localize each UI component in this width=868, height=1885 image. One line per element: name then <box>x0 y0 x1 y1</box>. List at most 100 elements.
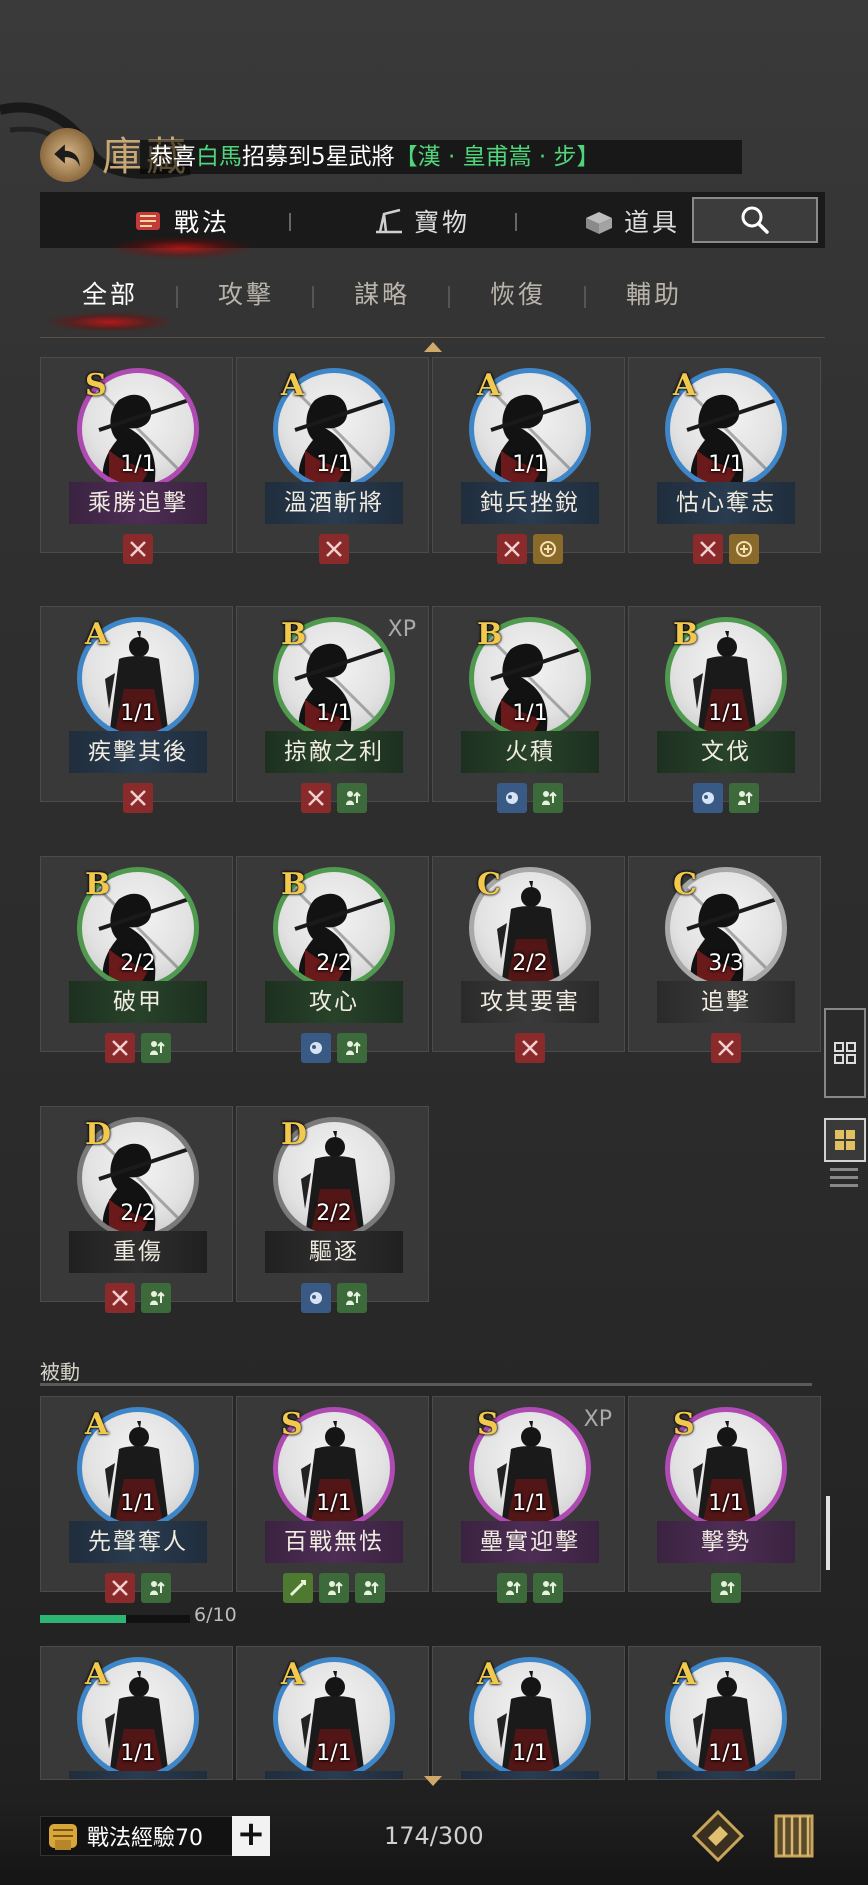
tactic-name: 疾擊其後 <box>69 731 207 773</box>
tactic-count: 1/1 <box>316 701 352 726</box>
tactic-card[interactable]: S 1/1 XP 壘實迎擊 <box>432 1396 625 1603</box>
tactic-card[interactable]: A 1/1 <box>236 1646 429 1780</box>
tactic-card[interactable]: B 2/2 攻心 <box>236 856 429 1063</box>
item-box-icon <box>585 212 612 234</box>
tactic-tags <box>41 1573 234 1603</box>
tactic-name: 先聲奪人 <box>69 1521 207 1563</box>
grade-letter: S <box>85 368 107 403</box>
tactic-card[interactable]: D 2/2 驅逐 <box>236 1106 429 1313</box>
search-button[interactable] <box>692 197 818 243</box>
grade-letter: S <box>281 1407 303 1442</box>
tactic-count: 2/2 <box>316 1201 352 1226</box>
gold-tag-icon <box>532 534 563 564</box>
tactic-tags <box>41 534 234 564</box>
attack-tag-icon <box>104 1283 135 1313</box>
tactic-count: 1/1 <box>120 1491 156 1516</box>
tactic-count: 1/1 <box>120 1741 156 1766</box>
tactic-name: 溫酒斬將 <box>265 482 403 524</box>
tactic-card[interactable]: B 2/2 破甲 <box>40 856 233 1063</box>
tactic-tags <box>237 1283 430 1313</box>
tactic-card[interactable]: A 1/1 <box>40 1646 233 1780</box>
tactic-name: 鈍兵挫銳 <box>461 482 599 524</box>
split-tactic-icon[interactable] <box>766 1808 822 1864</box>
tab-tactics-label: 戰法 <box>173 208 230 237</box>
tactic-name: 追擊 <box>657 981 795 1023</box>
announcement-player: 白馬 <box>196 144 242 170</box>
tactic-card[interactable]: A 1/1 溫酒斬將 <box>236 357 429 564</box>
grade-letter: B <box>477 617 503 652</box>
tactic-name: 壘實迎擊 <box>461 1521 599 1563</box>
scrollbar[interactable] <box>826 1496 830 1570</box>
grade-letter: S <box>673 1407 695 1442</box>
attack-tag-icon <box>496 534 527 564</box>
tactic-card[interactable]: A 1/1 <box>628 1646 821 1780</box>
grid-small-icon <box>834 1042 856 1064</box>
tactic-count: 1/1 <box>512 1491 548 1516</box>
passive-progress-text: 6/10 <box>194 1604 237 1626</box>
tactic-card[interactable]: S 1/1 擊勢 <box>628 1396 821 1603</box>
tactic-card[interactable]: A 1/1 <box>432 1646 625 1780</box>
view-grid-button[interactable] <box>824 1118 866 1162</box>
tactic-card[interactable]: S 1/1 百戰無怯 <box>236 1396 429 1603</box>
tactic-tags <box>629 534 822 564</box>
buff-tag-icon <box>496 1573 527 1603</box>
subtab-recovery[interactable]: 恢復 <box>448 270 588 320</box>
tactic-card[interactable]: D 2/2 重傷 <box>40 1106 233 1313</box>
grade-letter: A <box>281 368 305 403</box>
buff-tag-icon <box>728 783 759 813</box>
search-icon <box>741 206 769 234</box>
buff-tag-icon <box>140 1573 171 1603</box>
tab-items[interactable]: 道具 <box>571 193 691 249</box>
tab-treasure[interactable]: 寶物 <box>341 193 501 249</box>
bottom-bar: 戰法經驗70 + 174/300 <box>0 1800 868 1885</box>
tactic-exchange-icon[interactable] <box>690 1808 746 1864</box>
tab-items-label: 道具 <box>623 208 680 237</box>
attack-tag-icon <box>104 1033 135 1063</box>
tactic-count: 2/2 <box>316 951 352 976</box>
view-list-button[interactable] <box>824 1008 866 1098</box>
subtab-attack[interactable]: 攻擊 <box>176 270 316 320</box>
buff-tag-icon <box>140 1283 171 1313</box>
divider <box>40 337 825 338</box>
tactic-count: 1/1 <box>708 701 744 726</box>
menu-lines-icon[interactable] <box>830 1168 858 1192</box>
tactic-tags <box>433 534 626 564</box>
tactic-card[interactable]: B 1/1 XP 掠敵之利 <box>236 606 429 813</box>
buff-tag-icon <box>532 1573 563 1603</box>
tactic-count: 3/3 <box>708 951 744 976</box>
buff-tag-icon <box>318 1573 349 1603</box>
blue-tag-icon <box>300 1033 331 1063</box>
tactic-card[interactable]: A 1/1 疾擊其後 <box>40 606 233 813</box>
grade-letter: A <box>85 1407 109 1442</box>
tactic-card[interactable]: S 1/1 乘勝追擊 <box>40 357 233 564</box>
passive-progress-fill <box>40 1615 126 1623</box>
subtab-support[interactable]: 輔助 <box>584 270 724 320</box>
tactic-name: 重傷 <box>69 1231 207 1273</box>
tactic-card[interactable]: C 2/2 攻其要害 <box>432 856 625 1063</box>
subtab-all[interactable]: 全部 <box>40 270 180 332</box>
tactic-tags <box>237 1033 430 1063</box>
tactic-card[interactable]: A 1/1 先聲奪人 <box>40 1396 233 1603</box>
tactic-card[interactable]: A 1/1 鈍兵挫銳 <box>432 357 625 564</box>
grade-letter: A <box>477 368 501 403</box>
grid-large-icon <box>835 1130 855 1150</box>
tactic-name <box>657 1771 795 1779</box>
add-exp-button[interactable]: + <box>232 1816 270 1856</box>
tactic-card[interactable]: A 1/1 怙心奪志 <box>628 357 821 564</box>
blue-tag-icon <box>496 783 527 813</box>
tab-tactics[interactable]: 戰法 <box>101 193 261 259</box>
tactic-card[interactable]: B 1/1 文伐 <box>628 606 821 813</box>
tactic-count: 1/1 <box>708 1491 744 1516</box>
tactic-count: 2/2 <box>120 951 156 976</box>
fist-exp-icon <box>49 1824 77 1850</box>
back-button[interactable] <box>40 128 94 182</box>
attack-tag-icon <box>318 534 349 564</box>
subtab-strategy[interactable]: 謀略 <box>312 270 452 320</box>
tactic-name: 怙心奪志 <box>657 482 795 524</box>
tactic-name: 火積 <box>461 731 599 773</box>
tactic-card[interactable]: B 1/1 火積 <box>432 606 625 813</box>
grade-letter: A <box>85 617 109 652</box>
header: 庫藏 恭喜白馬招募到5星武將【漢 · 皇甫嵩 · 步】 戰法 寶物 道具 <box>0 0 868 352</box>
grade-letter: A <box>673 368 697 403</box>
tactic-card[interactable]: C 3/3 追擊 <box>628 856 821 1063</box>
